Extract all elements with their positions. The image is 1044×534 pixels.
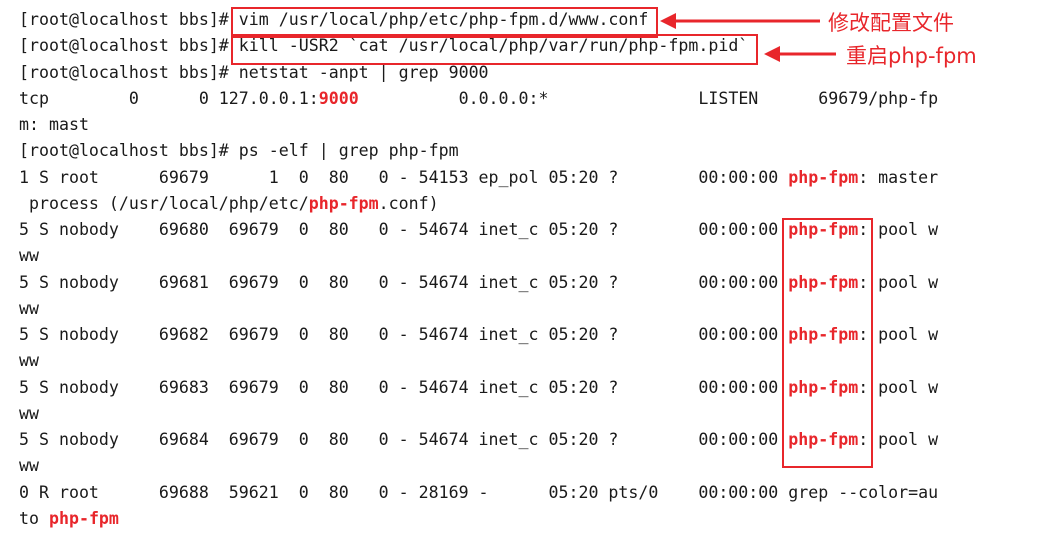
restart-php-fpm-annotation: 重启php-fpm	[846, 44, 977, 68]
arrow-to-kill-command	[764, 46, 836, 62]
edit-config-annotation: 修改配置文件	[828, 11, 954, 35]
